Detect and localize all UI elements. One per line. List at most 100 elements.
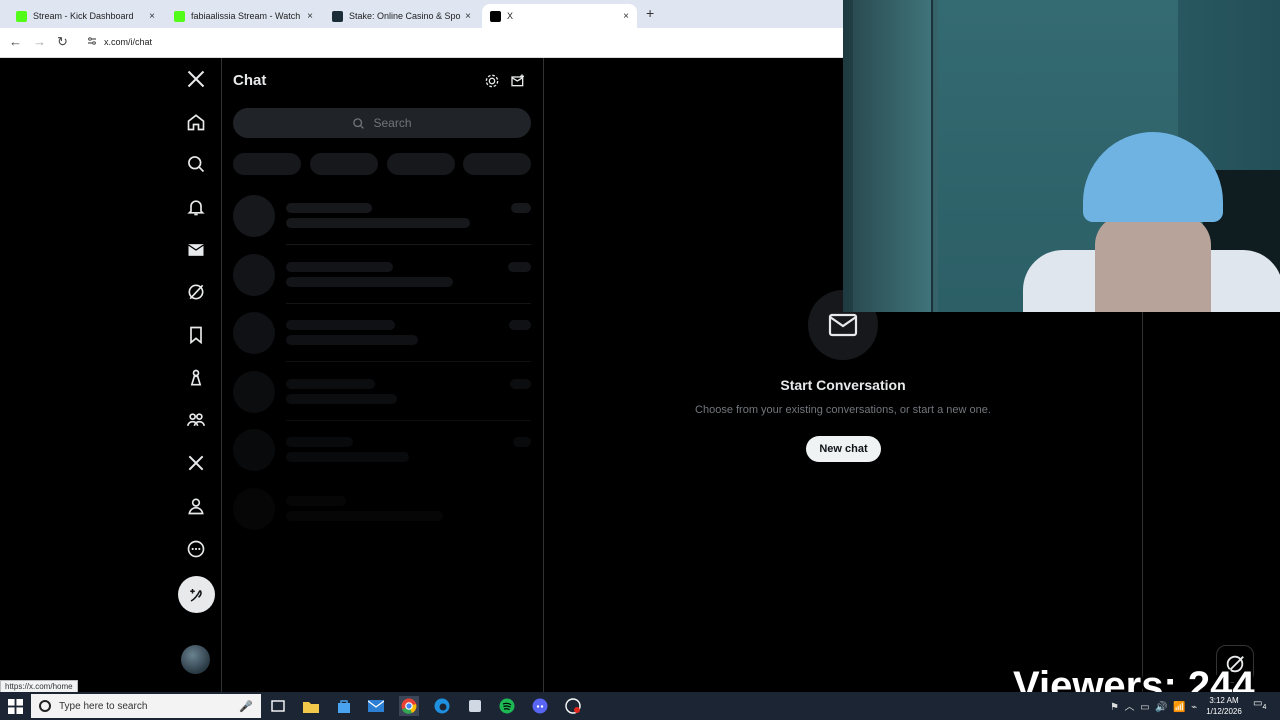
back-icon[interactable]: ← [9,34,22,49]
clock-time: 3:12 AM [1209,696,1239,705]
reload-icon[interactable]: ↻ [57,34,68,50]
filter-pill-skeleton [387,153,455,175]
skeleton-line [286,379,375,389]
skeleton-line [286,394,397,404]
kick-favicon-icon [174,10,185,22]
discord-icon[interactable] [530,696,550,716]
divider [221,58,222,692]
tab-bar: Stream - Kick Dashboard × fabiaalissia S… [0,0,843,28]
tab-x[interactable]: X × [482,4,637,28]
clock-date: 1/12/2026 [1206,707,1242,716]
skeleton-line [286,437,353,447]
messages-icon[interactable] [183,237,209,263]
webcam-door [853,0,933,312]
premium-icon[interactable] [183,450,209,476]
bookmarks-icon[interactable] [183,322,209,348]
tab-close-icon[interactable]: × [149,11,155,22]
divider [286,303,531,304]
taskbar-search-placeholder: Type here to search [59,700,148,712]
tab-kick-dashboard[interactable]: Stream - Kick Dashboard × [8,4,163,28]
tab-title: Stream - Kick Dashboard [33,11,134,21]
skeleton-line [508,262,531,272]
taskbar-clock[interactable]: 3:12 AM 1/12/2026 [1196,695,1252,717]
more-icon[interactable] [183,536,209,562]
tab-close-icon[interactable]: × [465,11,471,22]
webcam-face [1095,215,1211,312]
browser-window: Stream - Kick Dashboard × fabiaalissia S… [0,0,991,692]
skeleton-line [513,437,531,447]
edge-icon[interactable] [432,696,452,716]
skeleton-avatar [233,429,275,471]
stake-favicon-icon [332,10,343,22]
skeleton-line [286,496,346,506]
search-input[interactable]: Search [233,108,531,138]
skeleton-avatar [233,488,275,530]
compose-feather-icon [189,588,202,602]
tab-title: Stake: Online Casino & Sports B [349,11,461,21]
tab-title: X [507,11,514,21]
tab-close-icon[interactable]: × [307,11,313,22]
new-chat-button[interactable]: New chat [806,436,881,462]
skeleton-avatar [233,195,275,237]
mail-icon[interactable] [366,696,386,716]
settings-gear-icon[interactable] [484,73,500,89]
notification-center-icon[interactable]: ▭4 [1253,698,1266,711]
page-title: Chat [233,72,267,89]
divider [1142,312,1143,692]
tab-title: fabiaalissia Stream - Watch Live [191,11,303,21]
new-message-icon[interactable] [510,73,526,89]
skeleton-line [286,277,453,287]
webcam-overlay [843,0,1280,312]
spotify-icon[interactable] [497,696,517,716]
search-placeholder: Search [373,116,412,130]
divider [286,361,531,362]
new-tab-button[interactable]: + [646,5,654,21]
app-icon[interactable] [465,696,485,716]
store-icon[interactable] [334,696,354,716]
microphone-icon[interactable]: 🎤 [239,700,253,713]
skeleton-line [286,203,372,213]
skeleton-line [286,511,443,521]
task-view-icon[interactable] [268,696,288,716]
search-icon [353,117,365,129]
skeleton-line [286,320,395,330]
forward-icon[interactable]: → [33,34,46,49]
skeleton-line [509,320,531,330]
skeleton-avatar [233,254,275,296]
divider [286,244,531,245]
search-icon [39,700,51,712]
skeleton-line [510,379,531,389]
tab-close-icon[interactable]: × [623,11,629,22]
notifications-icon[interactable] [183,194,209,220]
home-icon[interactable] [183,109,209,135]
communities-icon[interactable] [183,407,209,433]
system-tray[interactable]: ⚑ ︿ ▭ 🔊 📶 ⌁ [1110,698,1197,713]
tab-stake[interactable]: Stake: Online Casino & Sports B × [324,4,479,28]
filter-pill-skeleton [463,153,531,175]
grok-icon[interactable] [183,279,209,305]
empty-state-subtitle: Choose from your existing conversations,… [695,404,991,416]
explore-icon[interactable] [183,151,209,177]
skeleton-line [286,218,470,228]
jobs-icon[interactable] [183,365,209,391]
chrome-icon[interactable] [399,696,419,716]
compose-post-button[interactable] [178,576,215,613]
file-explorer-icon[interactable] [301,696,321,716]
taskbar-search-input[interactable]: Type here to search 🎤 [31,694,261,718]
x-logo-icon[interactable] [183,66,209,92]
tab-kick-stream[interactable]: fabiaalissia Stream - Watch Live × [166,4,321,28]
windows-start-icon[interactable] [8,699,23,714]
empty-state-title: Start Conversation [780,377,906,393]
url-text[interactable]: x.com/i/chat [104,37,152,47]
skeleton-line [286,452,409,462]
skeleton-line [286,335,418,345]
obs-icon[interactable] [563,696,583,716]
avatar[interactable] [181,645,210,674]
address-bar: ← → ↻ x.com/i/chat [0,28,843,58]
kick-favicon-icon [16,10,27,22]
site-info-icon[interactable] [87,36,97,46]
profile-icon[interactable] [183,493,209,519]
x-favicon-icon [490,10,501,22]
skeleton-line [511,203,531,213]
windows-taskbar: Type here to search 🎤 ⚑ ︿ ▭ 🔊 📶 ⌁ 3:12 A… [0,692,1280,720]
